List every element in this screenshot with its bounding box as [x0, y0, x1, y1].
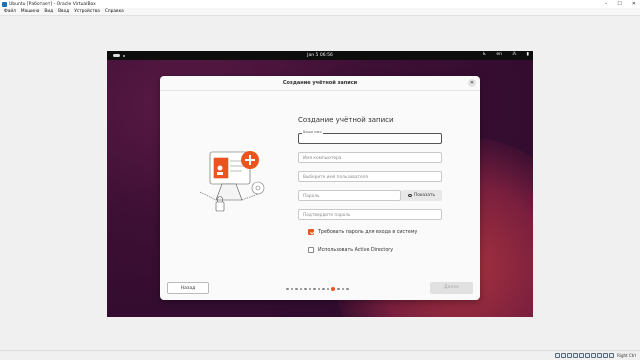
- menu-input[interactable]: Ввод: [58, 9, 69, 14]
- host-key-label: Right Ctrl: [617, 353, 636, 358]
- close-window-button[interactable]: ✕: [632, 1, 636, 7]
- show-password-label: Показать: [413, 193, 436, 198]
- progress-dot: [317, 287, 320, 291]
- recording-icon[interactable]: [597, 353, 603, 358]
- status-icons: Right Ctrl: [555, 353, 636, 358]
- password-placeholder: Пароль: [303, 194, 320, 199]
- require-password-label: Требовать пароль для входа в систему: [318, 229, 418, 235]
- host-menubar: Файл Машина Вид Ввод Устройства Справка: [0, 8, 640, 16]
- display-icon[interactable]: [591, 353, 597, 358]
- mouse-integration-icon[interactable]: [609, 353, 615, 358]
- password-input[interactable]: Пароль: [298, 190, 401, 201]
- form-heading: Создание учётной записи: [298, 116, 394, 124]
- window-controls: – ☐ ✕: [605, 0, 636, 8]
- back-button[interactable]: Назад: [167, 282, 209, 294]
- require-password-option[interactable]: Требовать пароль для входа в систему: [308, 229, 417, 235]
- accessibility-icon[interactable]: ♿: [482, 52, 486, 57]
- progress-dots: [286, 287, 349, 291]
- progress-dot: [313, 287, 316, 291]
- confirm-password-input[interactable]: Подтвердите пароль: [298, 209, 442, 220]
- menu-machine[interactable]: Машина: [21, 9, 40, 14]
- eye-icon: [407, 194, 412, 197]
- create-account-dialog: Создание учётной записи ✕ Создание учётн…: [160, 76, 480, 300]
- dialog-header: Создание учётной записи ✕: [160, 76, 480, 91]
- progress-dot: [341, 287, 344, 291]
- progress-dot-current: [331, 287, 335, 291]
- optical-drive-icon[interactable]: [561, 353, 567, 358]
- username-input[interactable]: Выберите имя пользователя: [298, 171, 442, 182]
- progress-dot: [322, 287, 325, 291]
- progress-dot: [286, 287, 289, 291]
- computer-name-input[interactable]: Имя компьютера: [298, 152, 442, 163]
- progress-dot: [295, 287, 298, 291]
- menu-devices[interactable]: Устройства: [74, 9, 100, 14]
- show-password-button[interactable]: Показать: [401, 190, 442, 201]
- active-directory-checkbox[interactable]: [308, 247, 314, 253]
- menu-help[interactable]: Справка: [105, 9, 124, 14]
- confirm-password-placeholder: Подтвердите пароль: [303, 213, 351, 218]
- progress-dot: [326, 287, 329, 291]
- dialog-title: Создание учётной записи: [282, 80, 358, 86]
- power-icon[interactable]: ▮: [527, 52, 529, 57]
- progress-dot: [299, 287, 302, 291]
- name-label: Ваше имя: [302, 130, 323, 134]
- host-statusbar: Right Ctrl: [0, 350, 640, 360]
- maximize-button[interactable]: ☐: [617, 1, 621, 7]
- window-title: Ubuntu [Работает] - Oracle VirtualBox: [9, 1, 96, 7]
- progress-dot: [290, 287, 293, 291]
- menu-file[interactable]: Файл: [4, 9, 16, 14]
- progress-dot: [337, 287, 340, 291]
- audio-icon[interactable]: [567, 353, 573, 358]
- require-password-checkbox[interactable]: [308, 229, 314, 235]
- next-button[interactable]: Далее: [430, 282, 473, 294]
- virtualbox-icon: [2, 1, 7, 7]
- minimize-button[interactable]: –: [605, 1, 608, 7]
- progress-dot: [308, 287, 311, 291]
- active-directory-option[interactable]: Использовать Active Directory: [308, 247, 393, 253]
- menu-view[interactable]: Вид: [44, 9, 53, 14]
- network-icon[interactable]: ⁂: [512, 52, 517, 57]
- cpu-icon[interactable]: [603, 353, 609, 358]
- computer-name-placeholder: Имя компьютера: [303, 156, 342, 161]
- shared-folder-icon[interactable]: [585, 353, 591, 358]
- gnome-top-bar: Jan 5 06:56 ♿ en ⁂ ▮: [107, 51, 533, 60]
- account-form: Создание учётной записи Ваше имя Имя ком…: [298, 116, 444, 253]
- usb-icon[interactable]: [579, 353, 585, 358]
- account-illustration: [199, 151, 265, 212]
- network-adapter-icon[interactable]: [573, 353, 579, 358]
- progress-dot: [304, 287, 307, 291]
- progress-dot: [346, 287, 349, 291]
- system-tray[interactable]: ♿ en ⁂ ▮: [482, 52, 529, 57]
- active-directory-label: Использовать Active Directory: [318, 247, 394, 253]
- dialog-close-button[interactable]: ✕: [468, 79, 476, 87]
- hdd-icon[interactable]: [555, 353, 561, 358]
- username-placeholder: Выберите имя пользователя: [303, 175, 368, 180]
- keyboard-layout[interactable]: en: [496, 52, 502, 57]
- clock[interactable]: Jan 5 06:56: [107, 53, 533, 58]
- name-input[interactable]: Ваше имя: [298, 130, 442, 144]
- host-titlebar: Ubuntu [Работает] - Oracle VirtualBox – …: [0, 0, 640, 8]
